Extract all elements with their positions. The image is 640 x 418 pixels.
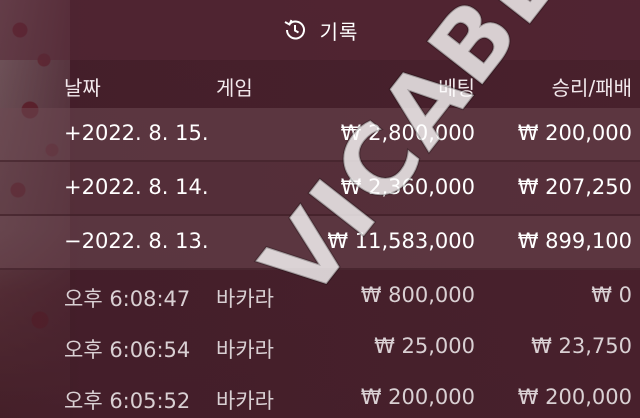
entry-win-loss: ₩ 200,000: [517, 385, 632, 409]
day-date: −2022. 8. 13.: [64, 229, 209, 253]
entry-time: 오후 6:05:52: [64, 389, 191, 413]
entry-game: 바카라: [216, 389, 274, 413]
page-title: 기록: [319, 19, 359, 44]
column-headers: 날짜 게임 베팅 승리/패배: [0, 62, 640, 104]
day-date: +2022. 8. 15.: [64, 121, 209, 145]
entry-row[interactable]: 오후 6:06:54 바카라 ₩ 25,000 ₩ 23,750: [0, 321, 640, 372]
entry-time: 오후 6:08:47: [64, 287, 191, 311]
day-win-loss: ₩ 899,100: [517, 229, 632, 253]
history-icon: [282, 17, 308, 43]
column-header-date[interactable]: 날짜: [64, 72, 101, 101]
column-header-game[interactable]: 게임: [216, 72, 253, 101]
entry-bet: ₩ 200,000: [360, 385, 475, 409]
day-win-loss: ₩ 207,250: [517, 175, 632, 199]
entry-game: 바카라: [216, 338, 274, 362]
entry-bet: ₩ 25,000: [374, 334, 475, 358]
entry-win-loss: ₩ 0: [591, 283, 632, 307]
entry-bet: ₩ 800,000: [360, 283, 475, 307]
entry-game: 바카라: [216, 287, 274, 311]
day-date: +2022. 8. 14.: [64, 175, 209, 199]
entry-time: 오후 6:06:54: [64, 338, 191, 362]
entry-win-loss: ₩ 23,750: [531, 334, 632, 358]
day-win-loss: ₩ 200,000: [517, 121, 632, 145]
column-header-win-loss[interactable]: 승리/패배: [552, 72, 632, 101]
entry-row[interactable]: 오후 6:05:52 바카라 ₩ 200,000 ₩ 200,000: [0, 372, 640, 418]
